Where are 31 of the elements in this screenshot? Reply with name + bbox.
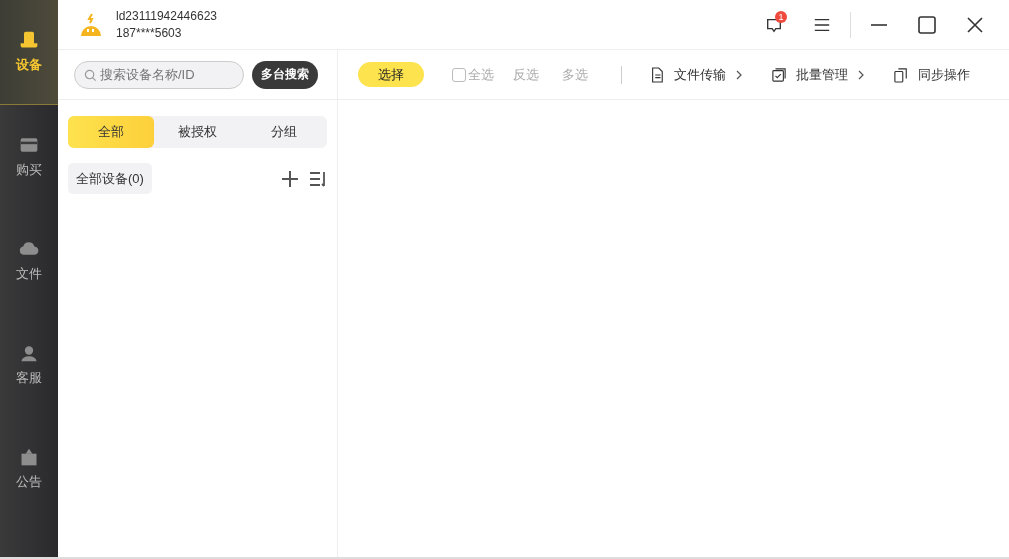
sort-icon[interactable] (309, 169, 327, 188)
toolbar-action[interactable]: 同步操作 (894, 65, 970, 84)
nav-item[interactable]: 购买 (0, 105, 58, 209)
nav-item[interactable]: 公告 (0, 417, 58, 521)
notice-board-icon (19, 447, 39, 467)
close-icon[interactable] (966, 15, 984, 34)
nav-item[interactable]: 文件 (0, 209, 58, 313)
phone-number: 187****5603 (116, 24, 183, 42)
document-icon (650, 66, 664, 83)
tab[interactable]: 被授权 (154, 116, 241, 148)
nav-item[interactable]: 设备 (0, 0, 58, 105)
multi-search-button[interactable]: 多台搜索 (252, 60, 318, 89)
nav-item[interactable]: 客服 (0, 313, 58, 417)
toolbar-action[interactable]: 批量管理 (772, 65, 864, 84)
select-button[interactable]: 选择 (358, 62, 424, 87)
group-item[interactable]: 全部设备(0) (68, 163, 152, 194)
tab[interactable]: 分组 (240, 116, 327, 148)
checked-stack-icon (772, 66, 786, 83)
toolbar-action[interactable]: 文件传输 (650, 65, 742, 84)
card-icon (19, 135, 39, 155)
notification-badge: 1 (775, 10, 787, 23)
search-field[interactable]: 搜索设备名称/ID (74, 60, 244, 89)
logo-icon (78, 11, 104, 38)
maximize-icon[interactable] (918, 15, 936, 34)
chevron-right-icon (858, 69, 864, 80)
account-id: ld23111942446623 (116, 7, 217, 25)
add-icon[interactable] (281, 169, 299, 188)
minimize-icon[interactable] (871, 23, 887, 26)
chevron-right-icon (736, 69, 742, 80)
phones-icon (894, 66, 908, 83)
tab[interactable]: 全部 (68, 116, 155, 148)
